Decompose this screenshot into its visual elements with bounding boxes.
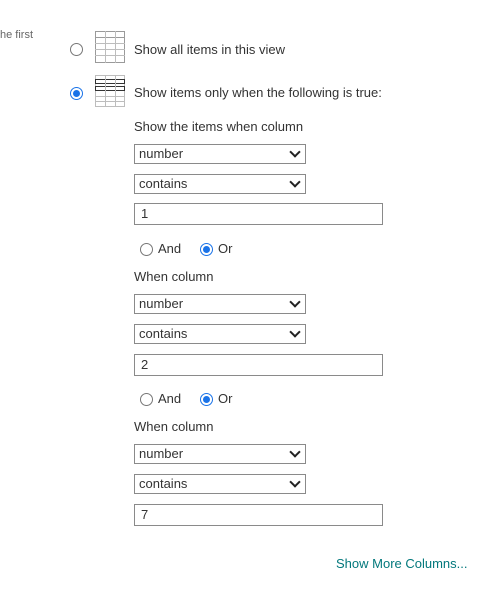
all-items-grid-icon	[95, 31, 125, 68]
chevron-down-icon	[289, 176, 301, 188]
or-label-1: Or	[218, 241, 233, 256]
value-input-2[interactable]: 2	[134, 354, 383, 376]
chevron-down-icon	[289, 146, 301, 158]
or-radio-1[interactable]	[200, 243, 213, 256]
chevron-down-icon	[289, 326, 301, 338]
or-radio-2[interactable]	[200, 393, 213, 406]
column-select-1-value: number	[139, 146, 184, 161]
column-select-1[interactable]: number	[134, 144, 306, 164]
show-all-label: Show all items in this view	[134, 42, 285, 57]
chevron-down-icon	[289, 476, 301, 488]
operator-select-1-value: contains	[139, 176, 188, 191]
show-filtered-label: Show items only when the following is tr…	[134, 85, 382, 100]
and-radio-2[interactable]	[140, 393, 153, 406]
and-label-2: And	[158, 391, 182, 406]
truncated-description-text: he first	[0, 29, 34, 41]
show-all-radio[interactable]	[70, 43, 83, 56]
operator-select-3-value: contains	[139, 476, 188, 491]
column-select-3[interactable]: number	[134, 444, 306, 464]
operator-select-1[interactable]: contains	[134, 174, 306, 194]
show-filtered-radio[interactable]	[70, 87, 83, 100]
operator-select-3[interactable]: contains	[134, 474, 306, 494]
column-select-3-value: number	[139, 446, 184, 461]
column-select-2[interactable]: number	[134, 294, 306, 314]
chevron-down-icon	[289, 446, 301, 458]
value-input-3[interactable]: 7	[134, 504, 383, 526]
value-input-1[interactable]: 1	[134, 203, 383, 225]
show-more-columns-link[interactable]: Show More Columns...	[336, 556, 468, 571]
and-label-1: And	[158, 241, 182, 256]
filter-heading-2: When column	[134, 269, 214, 284]
column-select-2-value: number	[139, 296, 184, 311]
operator-select-2[interactable]: contains	[134, 324, 306, 344]
filter-heading-3: When column	[134, 419, 214, 434]
operator-select-2-value: contains	[139, 326, 188, 341]
filtered-items-grid-icon	[95, 75, 125, 112]
chevron-down-icon	[289, 296, 301, 308]
and-radio-1[interactable]	[140, 243, 153, 256]
or-label-2: Or	[218, 391, 233, 406]
filter-heading-1: Show the items when column	[134, 119, 304, 134]
